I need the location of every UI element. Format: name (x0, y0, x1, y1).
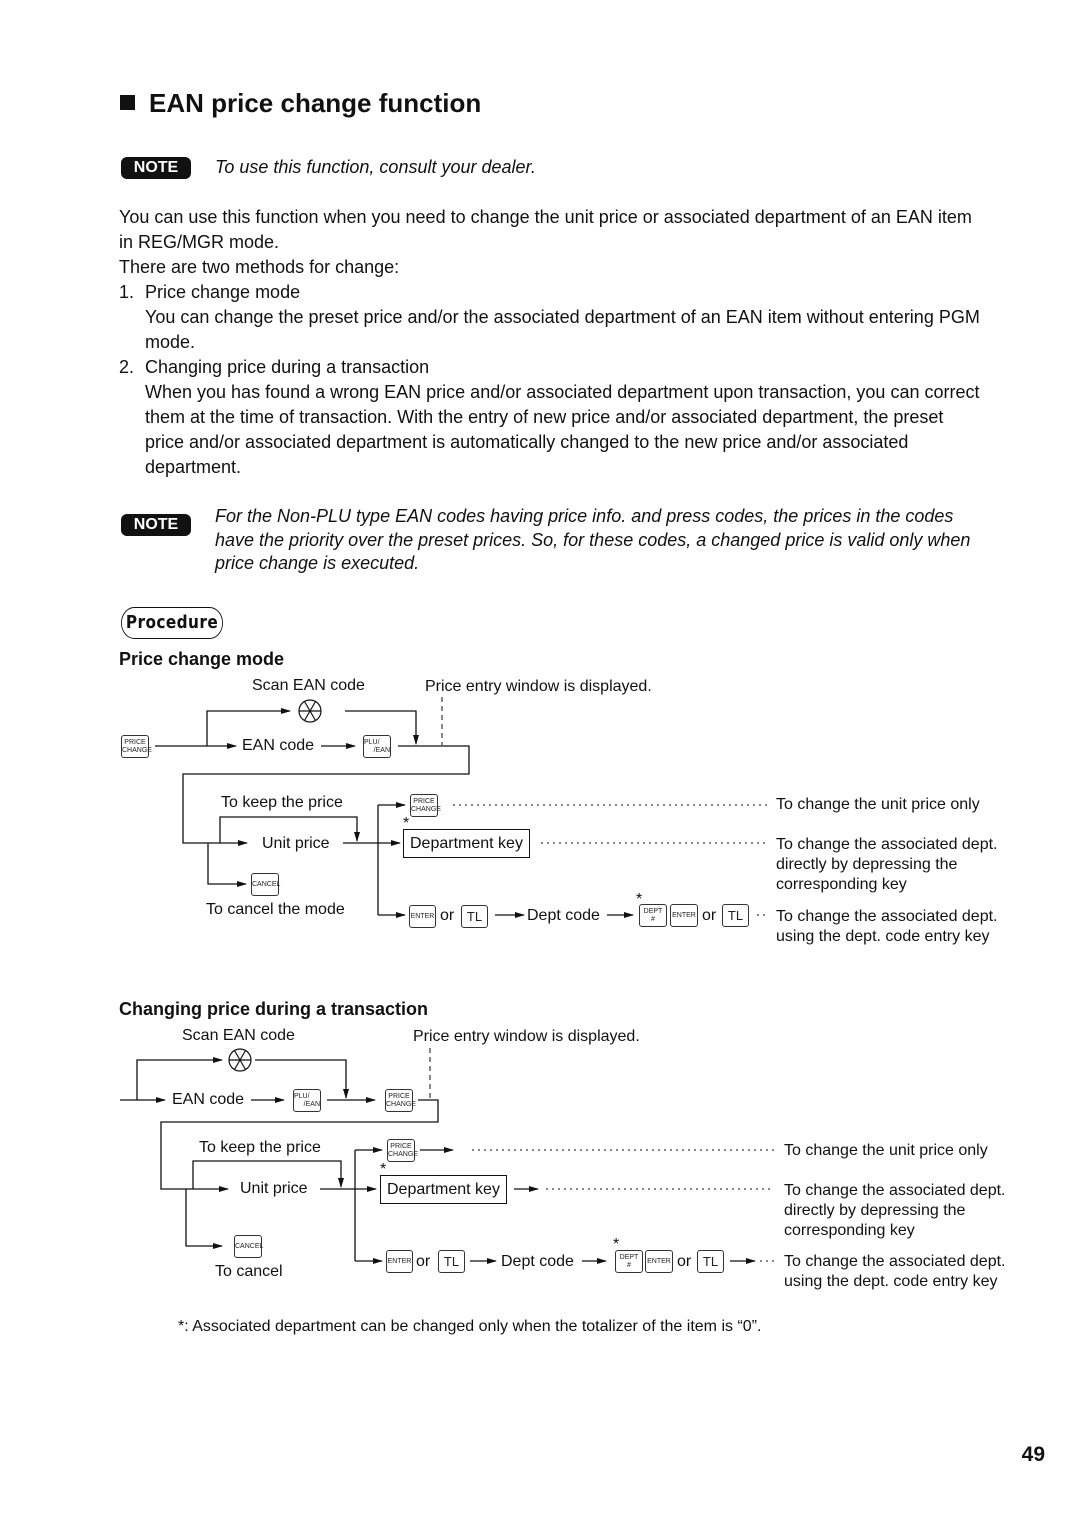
tl-key: TL (697, 1250, 724, 1273)
dept-key: DEPT # (615, 1250, 643, 1273)
dept-code-label: Dept code (501, 1253, 574, 1270)
price-change-key: PRICE CHANGE (410, 794, 441, 817)
ean-code-label: EAN code (242, 737, 315, 754)
department-key-box: Department key (380, 1175, 507, 1204)
enter-key: ENTER (386, 1250, 413, 1273)
dept-key: DEPT # (639, 904, 667, 927)
plu-ean-key: PLU//EAN (363, 735, 391, 758)
scanner-icon (228, 1048, 252, 1072)
page-number: 49 (1021, 1443, 1045, 1466)
result-dept-direct: To change the associated dept. directly b… (776, 836, 998, 893)
result-dept-direct: To change the associated dept. directly b… (784, 1182, 1006, 1239)
cancel-label: To cancel the mode (206, 901, 345, 918)
keep-price-label: To keep the price (221, 794, 343, 811)
result-unit-price: To change the unit price only (776, 796, 980, 813)
price-change-key: PRICE CHANGE (121, 735, 152, 758)
or-text: or (440, 907, 455, 924)
cancel-label: To cancel (215, 1263, 283, 1280)
price-change-key: PRICE CHANGE (387, 1139, 418, 1162)
keep-price-label: To keep the price (199, 1139, 321, 1156)
or-text: or (677, 1253, 692, 1270)
cancel-key: CANCEL (234, 1235, 263, 1258)
window-label: Price entry window is displayed. (413, 1028, 640, 1045)
ean-code-label: EAN code (172, 1091, 245, 1108)
or-text: or (416, 1253, 431, 1270)
or-text: or (702, 907, 717, 924)
result-unit-price: To change the unit price only (784, 1142, 988, 1159)
dept-code-label: Dept code (527, 907, 600, 924)
scan-label: Scan EAN code (252, 677, 365, 694)
diagram1-heading: Price change mode (119, 649, 285, 669)
enter-key: ENTER (670, 904, 698, 927)
window-label: Price entry window is displayed. (425, 678, 652, 695)
plu-ean-key: PLU//EAN (293, 1089, 321, 1112)
tl-key: TL (722, 904, 749, 927)
footnote: *: Associated department can be changed … (178, 1318, 762, 1335)
enter-key: ENTER (645, 1250, 673, 1273)
scanner-icon (298, 699, 322, 723)
result-dept-code: To change the associated dept. using the … (776, 908, 998, 945)
scan-label: Scan EAN code (182, 1027, 295, 1044)
result-dept-code: To change the associated dept. using the … (784, 1253, 1006, 1290)
diagram2-heading: Changing price during a transaction (119, 999, 429, 1019)
unit-price-label: Unit price (262, 835, 330, 852)
unit-price-label: Unit price (240, 1180, 308, 1197)
tl-key: TL (438, 1250, 465, 1273)
enter-key: ENTER (409, 905, 436, 928)
flow-lines (120, 697, 777, 1264)
cancel-key: CANCEL (251, 873, 280, 896)
price-change-key: PRICE CHANGE (385, 1089, 416, 1112)
tl-key: TL (461, 905, 488, 928)
department-key-box: Department key (403, 829, 530, 858)
